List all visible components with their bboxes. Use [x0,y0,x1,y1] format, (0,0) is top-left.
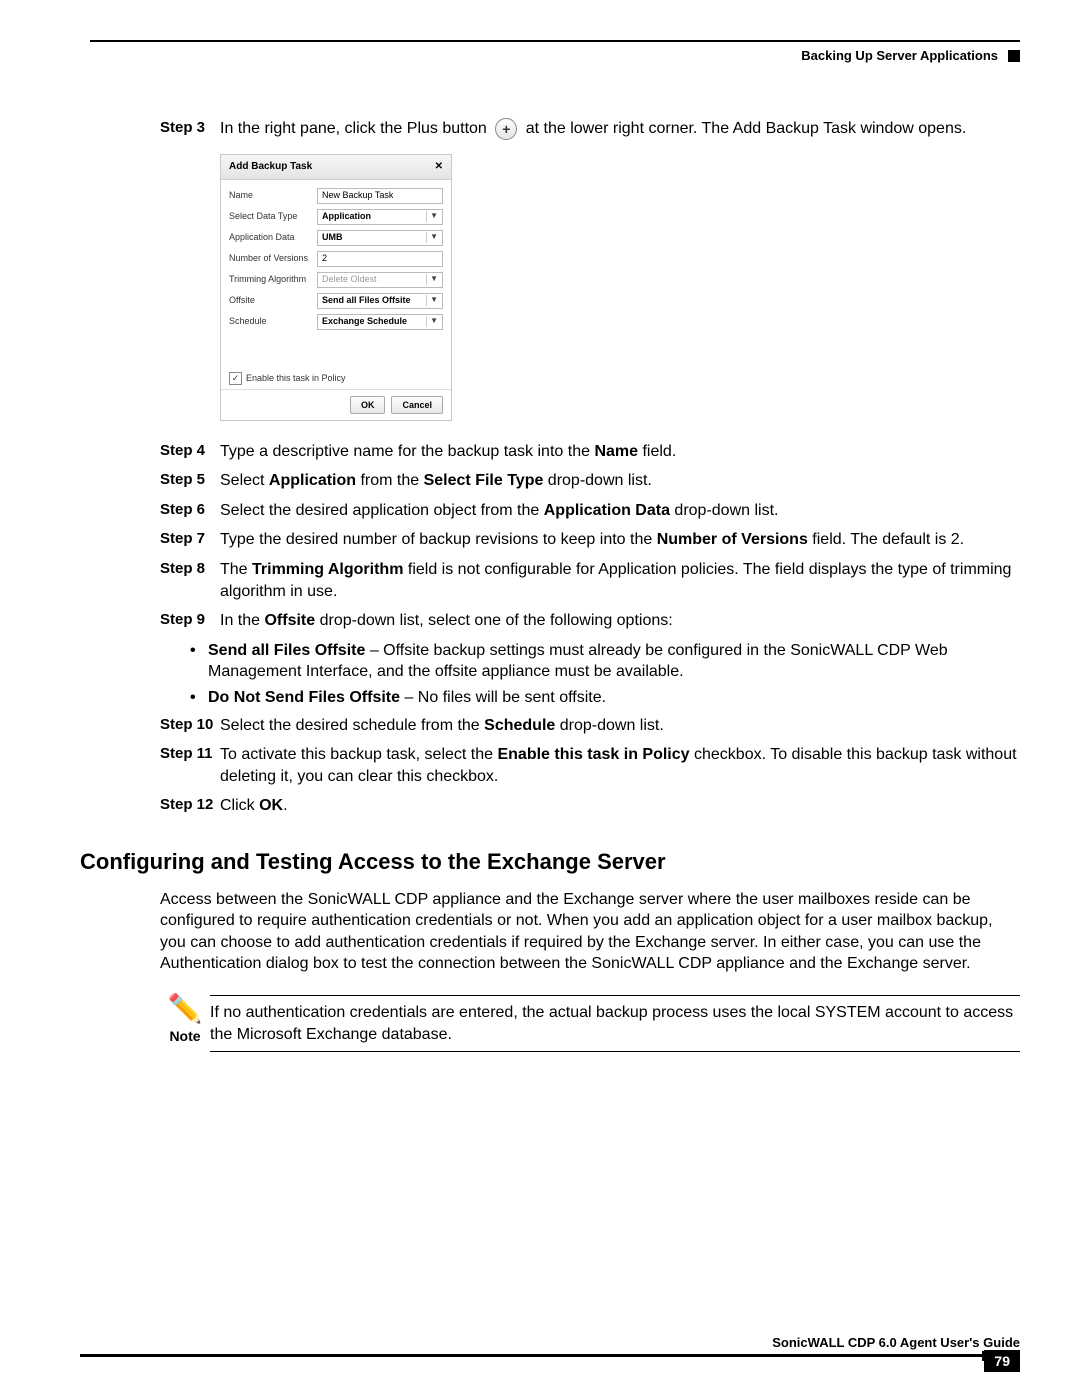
pencil-icon: ✏️ [168,995,203,1023]
bullet-item: • Do Not Send Files Offsite – No files w… [190,687,1020,709]
name-label: Name [229,189,317,201]
type-label: Select Data Type [229,210,317,222]
step-12: Step 12 Click OK. [160,795,1020,817]
header-rule [90,40,1020,42]
chevron-down-icon: ▼ [426,316,438,327]
note-rule-bottom [210,1051,1020,1052]
step-9: Step 9 In the Offsite drop-down list, se… [160,610,1020,632]
header-section: Backing Up Server Applications [801,48,998,63]
versions-input[interactable]: 2 [317,251,443,267]
header-bar: Backing Up Server Applications [80,48,1020,63]
bullet-item: • Send all Files Offsite – Offsite backu… [190,640,1020,683]
chevron-down-icon: ▼ [426,295,438,306]
trim-select: Delete Oldest▼ [317,272,443,288]
note-label: Note [169,1027,200,1046]
chevron-down-icon: ▼ [426,211,438,222]
step-7: Step 7 Type the desired number of backup… [160,529,1020,551]
add-backup-task-dialog: Add Backup Task ✕ Name New Backup Task S… [220,154,452,421]
step-4: Step 4 Type a descriptive name for the b… [160,441,1020,463]
appdata-select[interactable]: UMB▼ [317,230,443,246]
bullet-icon: • [190,640,208,683]
offsite-select[interactable]: Send all Files Offsite▼ [317,293,443,309]
offsite-label: Offsite [229,294,317,306]
close-icon[interactable]: ✕ [435,160,443,174]
schedule-label: Schedule [229,315,317,327]
page-footer: SonicWALL CDP 6.0 Agent User's Guide 79 [80,1335,1020,1357]
footer-line: 79 [80,1354,1020,1357]
type-select[interactable]: Application▼ [317,209,443,225]
step-6: Step 6 Select the desired application ob… [160,500,1020,522]
enable-checkbox-label: Enable this task in Policy [246,372,346,384]
schedule-select[interactable]: Exchange Schedule▼ [317,314,443,330]
step-8: Step 8 The Trimming Algorithm field is n… [160,559,1020,602]
note-rule-top [210,995,1020,996]
section-title: Configuring and Testing Access to the Ex… [80,847,1020,877]
page-number: 79 [984,1350,1020,1372]
plus-icon: + [495,118,517,140]
step-3: Step 3 In the right pane, click the Plus… [160,118,1020,140]
note-text: If no authentication credentials are ent… [210,1002,1020,1045]
header-square-icon [1008,50,1020,62]
footer-title: SonicWALL CDP 6.0 Agent User's Guide [80,1335,1020,1350]
step-10: Step 10 Select the desired schedule from… [160,715,1020,737]
enable-checkbox-row: ✓ Enable this task in Policy [229,372,443,385]
versions-label: Number of Versions [229,252,317,264]
dialog-title: Add Backup Task [229,160,312,174]
enable-checkbox[interactable]: ✓ [229,372,242,385]
step-11: Step 11 To activate this backup task, se… [160,744,1020,787]
trim-label: Trimming Algorithm [229,273,317,285]
ok-button[interactable]: OK [350,396,386,414]
bullet-icon: • [190,687,208,709]
chevron-down-icon: ▼ [426,274,438,285]
dialog-header: Add Backup Task ✕ [221,155,451,180]
name-input[interactable]: New Backup Task [317,188,443,204]
section-paragraph: Access between the SonicWALL CDP applian… [160,889,1020,975]
cancel-button[interactable]: Cancel [391,396,443,414]
chevron-down-icon: ▼ [426,232,438,243]
step-5: Step 5 Select Application from the Selec… [160,470,1020,492]
appdata-label: Application Data [229,231,317,243]
